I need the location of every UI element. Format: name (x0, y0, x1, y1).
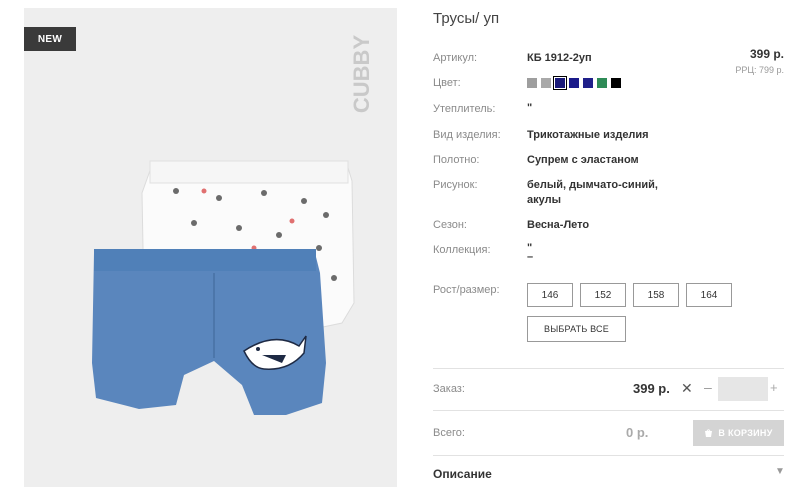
collection-label: Коллекция: (433, 244, 491, 256)
total-label: Всего: (433, 427, 465, 439)
pattern-label: Рисунок: (433, 179, 478, 191)
size-options: 146 152 158 164 (527, 283, 732, 307)
divider (433, 455, 784, 456)
insulation-value: " (527, 102, 533, 114)
type-label: Вид изделия: (433, 129, 501, 141)
insulation-label: Утеплитель: (433, 103, 496, 115)
article-label: Артикул: (433, 52, 478, 64)
size-button-146[interactable]: 146 (527, 283, 573, 307)
description-toggle[interactable]: Описание (433, 467, 492, 481)
color-swatch[interactable] (583, 78, 593, 88)
rrp-price: РРЦ: 799 р. (735, 65, 784, 75)
pattern-value-line1: белый, дымчато-синий, (527, 179, 658, 191)
size-button-152[interactable]: 152 (580, 283, 626, 307)
color-swatch[interactable] (527, 78, 537, 88)
fabric-label: Полотно: (433, 154, 480, 166)
size-button-158[interactable]: 158 (633, 283, 679, 307)
season-label: Сезон: (433, 219, 467, 231)
select-all-sizes-button[interactable]: ВЫБРАТЬ ВСЕ (527, 316, 626, 342)
product-photo[interactable]: NEW CUBBY (24, 8, 397, 487)
decrement-button[interactable]: – (704, 379, 712, 395)
new-badge: NEW (24, 27, 76, 51)
size-button-164[interactable]: 164 (686, 283, 732, 307)
order-price: 399 р. (633, 381, 670, 396)
cart-icon (705, 428, 713, 437)
color-label: Цвет: (433, 77, 461, 89)
color-swatch[interactable] (541, 78, 551, 88)
order-label: Заказ: (433, 383, 465, 395)
collection-value-line2: – (527, 251, 534, 263)
color-swatch[interactable] (569, 78, 579, 88)
add-to-cart-label: В КОРЗИНУ (718, 428, 773, 438)
total-value: 0 р. (626, 425, 649, 440)
size-label: Рост/размер: (433, 284, 500, 296)
fabric-value: Супрем с эластаном (527, 154, 639, 166)
color-swatches (527, 76, 621, 90)
color-swatch-selected[interactable] (553, 76, 567, 90)
brand-logo-text: CUBBY (349, 35, 374, 114)
add-to-cart-button[interactable]: В КОРЗИНУ (693, 420, 784, 446)
chevron-down-icon[interactable]: ▼ (775, 466, 785, 477)
product-title: Трусы/ уп (433, 10, 500, 27)
product-image (92, 160, 355, 415)
multiply-icon: ✕ (681, 380, 693, 396)
color-swatch[interactable] (611, 78, 621, 88)
brand-logo: CUBBY (349, 35, 374, 114)
price: 399 р. (749, 47, 784, 61)
divider (433, 410, 784, 411)
color-swatch[interactable] (597, 78, 607, 88)
type-value: Трикотажные изделия (527, 129, 649, 141)
article-value: КБ 1912-2уп (527, 52, 592, 64)
season-value: Весна-Лето (527, 219, 590, 231)
divider (433, 368, 784, 369)
increment-button[interactable]: + (770, 380, 778, 395)
quantity-input[interactable] (718, 377, 768, 401)
pattern-value-line2: акулы (527, 194, 561, 206)
